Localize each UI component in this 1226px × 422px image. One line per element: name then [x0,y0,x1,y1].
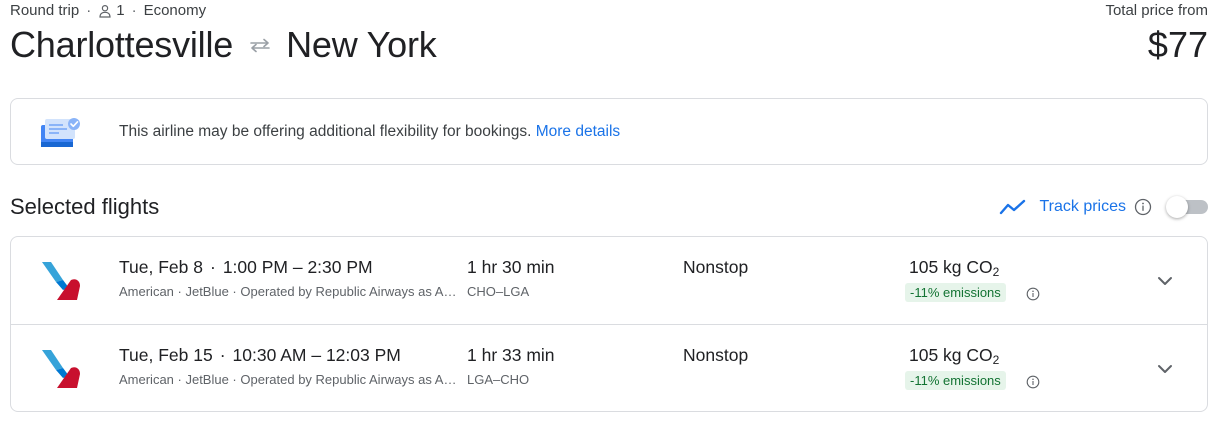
toggle-knob [1166,196,1188,218]
co2-subscript: 2 [992,265,1000,279]
route-codes: CHO–LGA [467,284,530,299]
airline-names: American · JetBlue · Operated by Republi… [119,284,457,299]
departure-arrival: 1:00 PM – 2:30 PM [222,257,373,277]
separator-dot: · [219,345,226,365]
swap-arrows-icon [250,38,270,53]
trip-type[interactable]: Round trip [10,2,79,19]
flight-row[interactable]: Tue, Feb 15 · 10:30 AM – 12:03 PM American… [11,325,1207,412]
american-airlines-logo [42,350,80,388]
track-prices-label[interactable]: Track prices [1039,198,1126,216]
chevron-down-icon[interactable] [1153,269,1177,293]
info-icon[interactable] [1134,198,1152,216]
passenger-count[interactable]: 1 [116,2,124,19]
info-icon[interactable] [1026,287,1040,301]
flight-date: Tue, Feb 15 [119,345,213,365]
chevron-down-icon[interactable] [1153,357,1177,381]
co2-amount: 105 kg CO [909,345,993,365]
co2-subscript: 2 [992,353,1000,367]
airline-names: American · JetBlue · Operated by Republi… [119,372,457,387]
flight-row[interactable]: Tue, Feb 8 · 1:00 PM – 2:30 PM American · … [11,237,1207,324]
co2-value: 105 kg CO2 [909,257,999,279]
departure-arrival: 10:30 AM – 12:03 PM [232,345,401,365]
track-prices: Track prices [999,196,1208,218]
ticket-calendar-icon [41,118,80,147]
destination-city: New York [286,24,437,65]
person-icon [99,4,111,18]
flight-times: Tue, Feb 15 · 10:30 AM – 12:03 PM [119,345,401,366]
separator-dot: · [86,2,92,19]
co2-value: 105 kg CO2 [909,345,999,367]
flight-duration: 1 hr 33 min [467,345,555,365]
more-details-link[interactable]: More details [536,123,620,140]
cabin-class[interactable]: Economy [144,2,207,19]
trend-line-icon [1000,199,1026,215]
notice-message: This airline may be offering additional … [119,123,620,141]
total-price: $77 [1147,24,1208,65]
trip-summary: Round trip · 1 · Economy [10,2,206,19]
section-title: Selected flights [10,194,160,219]
flight-stops: Nonstop [683,345,749,365]
separator-dot: · [209,257,216,277]
notice-text: This airline may be offering additional … [119,123,532,140]
info-icon[interactable] [1026,375,1040,389]
flight-duration: 1 hr 30 min [467,257,555,277]
route-codes: LGA–CHO [467,372,530,387]
flight-stops: Nonstop [683,257,749,277]
flight-date: Tue, Feb 8 [119,257,203,277]
track-prices-toggle[interactable] [1166,196,1208,218]
route-title: Charlottesville New York [10,24,437,66]
co2-amount: 105 kg CO [909,257,993,277]
emissions-badge: -11% emissions [905,371,1006,390]
selected-flights-list: Tue, Feb 8 · 1:00 PM – 2:30 PM American · … [10,236,1208,412]
flight-times: Tue, Feb 8 · 1:00 PM – 2:30 PM [119,257,373,278]
separator-dot: · [131,2,137,19]
flexibility-notice: This airline may be offering additional … [10,98,1208,165]
origin-city: Charlottesville [10,24,234,65]
american-airlines-logo [42,262,80,300]
emissions-badge: -11% emissions [905,283,1006,302]
price-label: Total price from [1105,2,1208,19]
